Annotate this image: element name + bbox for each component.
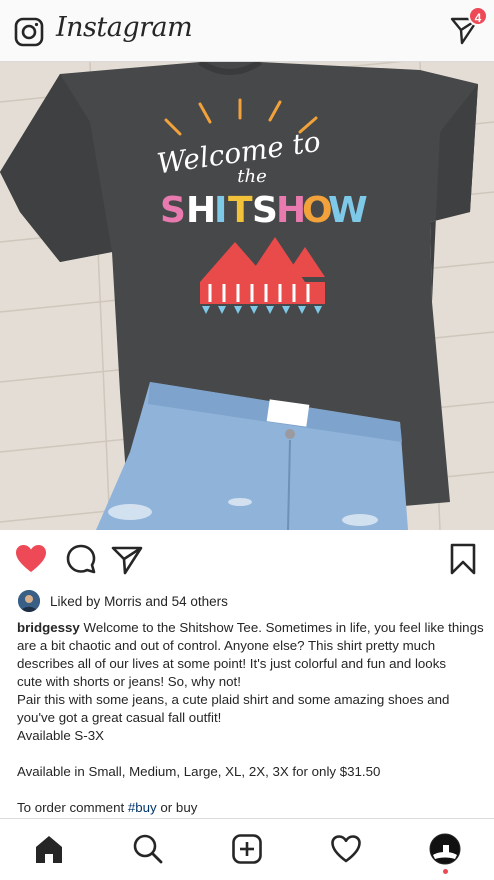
svg-text:S: S [160, 190, 186, 231]
comment-icon[interactable] [64, 542, 98, 576]
svg-text:I: I [214, 190, 227, 231]
profile-notification-dot [443, 869, 448, 874]
activity-heart-icon[interactable] [330, 833, 362, 865]
caption-line: you've got a great casual fall outfit! [17, 710, 222, 725]
likes-others[interactable]: 54 others [172, 594, 228, 609]
bookmark-icon[interactable] [446, 542, 480, 576]
likes-row[interactable]: Liked by Morris and 54 others [18, 590, 228, 612]
app-logo: Instagram [56, 12, 193, 43]
hashtag-link[interactable]: #buy [128, 800, 157, 815]
svg-text:H: H [186, 190, 216, 231]
post-image[interactable]: Welcome to the S H I T S H O W [0, 62, 494, 530]
caption-text: Welcome to the Shitshow Tee. Sometimes i… [83, 620, 484, 635]
caption-line: describes all of our lives at some point… [17, 656, 446, 671]
svg-text:W: W [328, 190, 368, 231]
caption-line: Available S-3X [17, 728, 104, 743]
caption-username[interactable]: bridgessy [17, 620, 80, 635]
bottom-navigation [0, 818, 494, 880]
profile-avatar[interactable] [429, 833, 461, 865]
likes-prefix: Liked by [50, 593, 101, 609]
caption-line: cute with shorts or jeans! So, why not! [17, 674, 241, 689]
notification-badge: 4 [468, 6, 488, 26]
caption-order-line: To order comment #buy or buy [17, 799, 479, 817]
likes-connector: and [145, 593, 168, 609]
caption-sizes: Available in Small, Medium, Large, XL, 2… [17, 764, 381, 779]
shirt-text-shitshow: S H I T S H O W [160, 190, 368, 231]
svg-text:S: S [252, 190, 278, 231]
share-icon[interactable] [110, 542, 144, 576]
liker-avatar [18, 590, 40, 612]
order-suffix: or buy [160, 800, 198, 815]
post-actions [0, 530, 494, 586]
shirt-text-the: the [237, 166, 266, 187]
top-bar: Instagram 4 [0, 0, 494, 62]
new-post-icon[interactable] [231, 833, 263, 865]
liker-name[interactable]: Morris [104, 594, 142, 609]
caption-line: bridgessy Welcome to the Shitshow Tee. S… [17, 619, 484, 637]
order-prefix: To order comment [17, 800, 125, 815]
caption-line: are a bit chaotic and out of control. An… [17, 638, 436, 653]
search-icon[interactable] [132, 833, 164, 865]
like-heart-icon[interactable] [14, 542, 48, 576]
caption-line: Pair this with some jeans, a cute plaid … [17, 692, 450, 707]
post-caption: bridgessy Welcome to the Shitshow Tee. S… [17, 619, 484, 817]
svg-text:T: T [228, 190, 253, 231]
home-icon[interactable] [33, 833, 65, 865]
tshirt-photo: Welcome to the S H I T S H O W [0, 62, 494, 530]
camera-icon[interactable] [14, 17, 44, 47]
